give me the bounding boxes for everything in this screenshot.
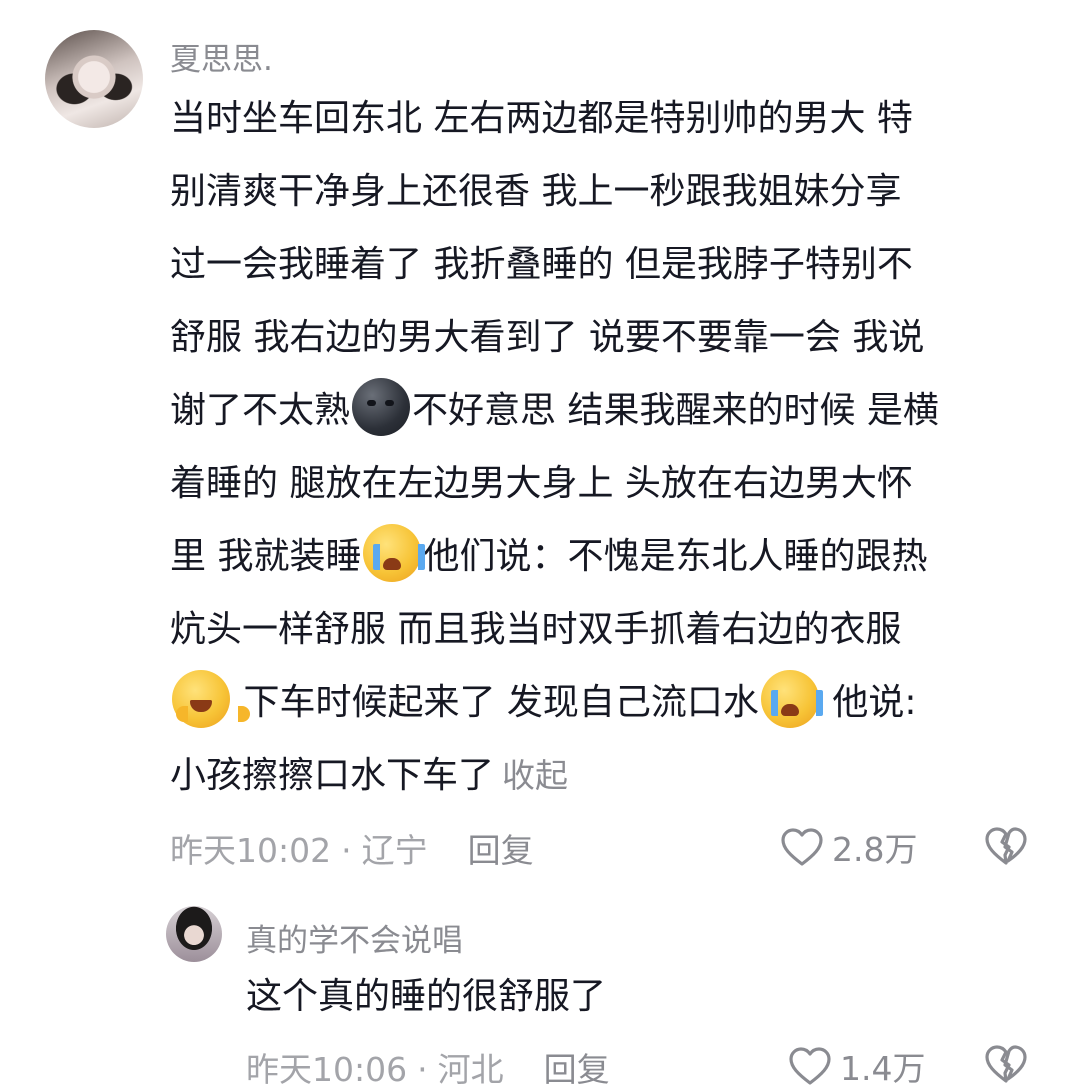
commenter-username[interactable]: 夏思思. bbox=[170, 34, 273, 79]
reply-location: 河北 bbox=[437, 1050, 504, 1089]
commenter-avatar[interactable] bbox=[45, 30, 143, 128]
comment-line: 谢了不太熟 不好意思 结果我醒来的时候 是横 bbox=[170, 374, 1050, 447]
comment-fragment: 下车时候起来了 发现自己流口水 bbox=[232, 682, 759, 723]
comment-line: 小孩擦擦口水下车了 收起 bbox=[170, 739, 1050, 812]
separator-dot: · bbox=[417, 1050, 428, 1089]
comment-time: 昨天10:02 bbox=[170, 831, 332, 870]
comment-line: 里 我就装睡 他们说：不愧是东北人睡的跟热 bbox=[170, 520, 1050, 593]
collapse-link[interactable]: 收起 bbox=[502, 756, 568, 795]
comment-fragment: 不好意思 结果我醒来的时候 是横 bbox=[412, 390, 939, 431]
loudly-crying-face-emoji-icon bbox=[760, 670, 823, 728]
comment-line: 着睡的 腿放在左边男大身上 头放在右边男大怀 bbox=[170, 463, 913, 504]
like-button[interactable]: 2.8万 bbox=[780, 823, 917, 871]
like-count: 2.8万 bbox=[832, 830, 918, 869]
dislike-button[interactable] bbox=[984, 826, 1028, 870]
heart-outline-icon bbox=[781, 828, 823, 866]
comment-location: 辽宁 bbox=[361, 831, 428, 870]
comment-meta: 昨天10:02 · 辽宁 回复 bbox=[170, 824, 534, 872]
broken-heart-icon bbox=[985, 827, 1027, 865]
comment-fragment: 他说: bbox=[820, 682, 917, 723]
loudly-crying-face-emoji-icon bbox=[363, 524, 426, 582]
reply-button[interactable]: 回复 bbox=[544, 1050, 610, 1089]
reply-button[interactable]: 回复 bbox=[468, 831, 534, 870]
reply-time: 昨天10:06 bbox=[246, 1050, 408, 1089]
separator-dot: · bbox=[341, 831, 352, 870]
comment-line: 下车时候起来了 发现自己流口水 他说: bbox=[170, 666, 1050, 739]
comment-line: 过一会我睡着了 我折叠睡的 但是我脖子特别不 bbox=[170, 244, 913, 285]
comment-body: 当时坐车回东北 左右两边都是特别帅的男大 特 别清爽干净身上还很香 我上一秒跟我… bbox=[170, 82, 1050, 812]
dislike-button[interactable] bbox=[984, 1044, 1028, 1088]
reply-meta: 昨天10:06 · 河北 回复 bbox=[246, 1043, 610, 1091]
broken-heart-icon bbox=[985, 1045, 1027, 1083]
comment-fragment: 他们说：不愧是东北人睡的跟热 bbox=[423, 536, 928, 577]
replier-username[interactable]: 真的学不会说唱 bbox=[246, 915, 463, 960]
comment-line: 舒服 我右边的男大看到了 说要不要靠一会 我说 bbox=[170, 317, 925, 358]
comment-line: 炕头一样舒服 而且我当时双手抓着右边的衣服 bbox=[170, 609, 902, 650]
hugging-face-emoji-icon bbox=[172, 670, 250, 728]
comment-fragment: 谢了不太熟 bbox=[170, 390, 351, 431]
comment-line: 当时坐车回东北 左右两边都是特别帅的男大 特 bbox=[170, 98, 913, 139]
like-button[interactable]: 1.4万 bbox=[788, 1042, 925, 1090]
comment-fragment: 里 我就装睡 bbox=[170, 536, 362, 577]
comment-fragment: 小孩擦擦口水下车了 bbox=[170, 755, 495, 796]
heart-outline-icon bbox=[789, 1047, 831, 1085]
new-moon-face-emoji-icon bbox=[352, 378, 411, 436]
reply-body: 这个真的睡的很舒服了 bbox=[246, 976, 607, 1017]
replier-avatar[interactable] bbox=[166, 906, 222, 962]
comment-line: 别清爽干净身上还很香 我上一秒跟我姐妹分享 bbox=[170, 171, 902, 212]
like-count: 1.4万 bbox=[840, 1049, 926, 1088]
